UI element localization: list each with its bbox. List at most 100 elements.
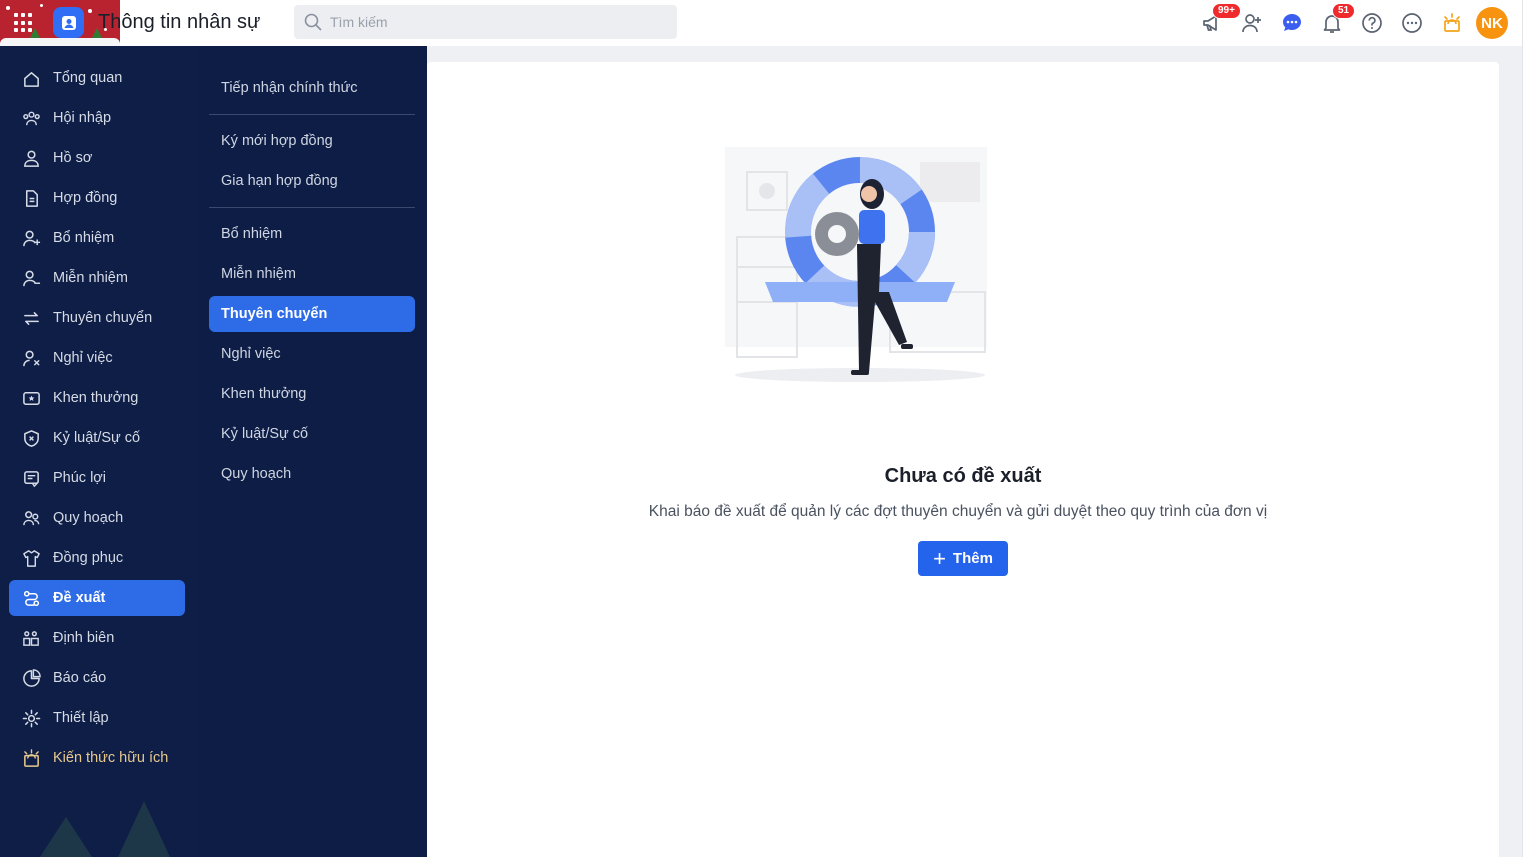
submenu-item[interactable]: Tiếp nhận chính thức xyxy=(209,70,415,106)
sidebar-item-label: Quy hoạch xyxy=(53,510,124,526)
sidebar-item-label: Thuyên chuyển xyxy=(53,310,153,326)
search-input[interactable] xyxy=(330,14,660,30)
submenu-item[interactable]: Ký mới hợp đồng xyxy=(209,123,415,159)
scrollbar[interactable] xyxy=(1522,0,1536,857)
plus-icon: + xyxy=(933,545,946,571)
sidebar-item[interactable]: Khen thưởng xyxy=(9,380,185,416)
sidebar-item-label: Kỷ luật/Sự cố xyxy=(53,430,141,446)
sidebar-item[interactable]: Báo cáo xyxy=(9,660,185,696)
submenu-item[interactable]: Quy hoạch xyxy=(209,456,415,492)
contract-icon xyxy=(25,189,38,207)
sidebar-item[interactable]: Đề xuất xyxy=(9,580,185,616)
dismiss-icon xyxy=(23,270,41,286)
proposal-icon xyxy=(23,590,40,606)
sidebar-item-label: Bổ nhiệm xyxy=(53,230,115,246)
brand-area: Thông tin nhân sự xyxy=(0,0,280,46)
app-logo xyxy=(53,7,84,38)
add-proposal-button[interactable]: + Thêm xyxy=(918,541,1008,576)
onboarding-icon xyxy=(23,111,40,125)
sidebar-item[interactable]: Hội nhập xyxy=(9,100,185,136)
discipline-icon xyxy=(24,429,39,447)
submenu-divider xyxy=(209,207,415,208)
sidebar-item[interactable]: Thiết lập xyxy=(9,700,185,736)
submenu-item[interactable]: Miễn nhiệm xyxy=(209,256,415,292)
more-button[interactable] xyxy=(1392,0,1432,46)
sidebar-item-label: Phúc lợi xyxy=(53,470,107,486)
planning-icon xyxy=(23,510,40,525)
sidebar-item-label: Hồ sơ xyxy=(53,150,93,166)
resign-icon xyxy=(23,350,40,366)
search-icon xyxy=(304,13,322,31)
settings-icon xyxy=(22,709,41,727)
appoint-icon xyxy=(23,230,41,246)
submenu-item[interactable]: Kỷ luật/Sự cố xyxy=(209,416,415,452)
reward-icon xyxy=(23,391,40,405)
more-icon xyxy=(1402,13,1422,33)
knowledge-icon xyxy=(24,748,39,767)
sidebar-item-label: Hợp đồng xyxy=(53,190,118,206)
sidebar-item[interactable]: Hồ sơ xyxy=(9,140,185,176)
home-icon xyxy=(24,71,39,87)
add-button-label: Thêm xyxy=(952,550,993,567)
headcount-icon xyxy=(23,630,39,646)
sidebar-item-label: Miễn nhiệm xyxy=(53,270,128,286)
profile-icon xyxy=(24,150,39,167)
sidebar-item-label: Định biên xyxy=(53,630,115,646)
submenu-item[interactable]: Thuyên chuyển xyxy=(209,296,415,332)
sidebar-item[interactable]: Đồng phục xyxy=(9,540,185,576)
sidebar-item-label: Khen thưởng xyxy=(53,390,139,406)
sidebar-item-label: Thiết lập xyxy=(53,710,109,726)
sidebar-item[interactable]: Định biên xyxy=(9,620,185,656)
notification-button[interactable]: 51 xyxy=(1312,0,1356,46)
submenu-item[interactable]: Nghỉ việc xyxy=(209,336,415,372)
sidebar-item-label: Đề xuất xyxy=(53,590,106,606)
submenu-item[interactable]: Bổ nhiệm xyxy=(209,216,415,252)
sidebar-item[interactable]: Phúc lợi xyxy=(9,460,185,496)
add-user-icon xyxy=(1242,14,1261,33)
sidebar-item[interactable]: Nghỉ việc xyxy=(9,340,185,376)
add-user-button[interactable] xyxy=(1232,0,1272,46)
empty-title: Chưa có đề xuất xyxy=(884,465,1042,487)
sun-icon xyxy=(1444,13,1460,32)
help-button[interactable] xyxy=(1352,0,1392,46)
sidebar-item[interactable]: Tổng quan xyxy=(9,60,185,96)
app-title: Thông tin nhân sự xyxy=(98,11,261,33)
sidebar-item-label: Báo cáo xyxy=(53,670,107,686)
help-icon xyxy=(1362,13,1382,33)
submenu-item[interactable]: Khen thưởng xyxy=(209,376,415,412)
sidebar-item-label: Nghỉ việc xyxy=(53,350,113,366)
sidebar-item-label: Kiến thức hữu ích xyxy=(53,750,169,766)
submenu-item[interactable]: Gia hạn hợp đồng xyxy=(209,163,415,199)
empty-state-illustration xyxy=(725,147,987,382)
sidebar-item-label: Hội nhập xyxy=(53,110,112,126)
submenu-panel: Tiếp nhận chính thức Ký mới hợp đồng Gia h… xyxy=(197,46,427,857)
benefit-icon xyxy=(24,470,39,487)
transfer-icon xyxy=(24,311,39,325)
sidebar-item[interactable]: Thuyên chuyển xyxy=(9,300,185,336)
sidebar-item[interactable]: Quy hoạch xyxy=(9,500,185,536)
chat-icon xyxy=(1283,14,1301,31)
main-content: Chưa có đề xuất Khai báo đề xuất để quản… xyxy=(427,62,1499,857)
sidebar-item[interactable]: Bổ nhiệm xyxy=(9,220,185,256)
sidebar-item-label: Tổng quan xyxy=(53,70,123,86)
chat-button[interactable] xyxy=(1272,0,1312,46)
submenu-list: Tiếp nhận chính thức Ký mới hợp đồng Gia h… xyxy=(197,46,427,492)
uniform-icon xyxy=(23,549,40,567)
sidebar-item[interactable]: Hợp đồng xyxy=(9,180,185,216)
avatar[interactable]: NK xyxy=(1476,7,1508,39)
sidebar-list: Tổng quan Hội nhập Hồ sơ Hợp đồng Bổ nhiệm Mi… xyxy=(0,46,197,776)
report-icon xyxy=(23,668,41,687)
sidebar: Tổng quan Hội nhập Hồ sơ Hợp đồng Bổ nhiệm Mi… xyxy=(0,46,197,857)
empty-description: Khai báo đề xuất để quản lý các đợt thuy… xyxy=(648,503,1268,520)
sun-button[interactable] xyxy=(1432,0,1472,46)
top-bar: Thông tin nhân sự 99+ 51 NK xyxy=(0,0,1522,46)
sidebar-item[interactable]: Miễn nhiệm xyxy=(9,260,185,296)
apps-grid-icon[interactable] xyxy=(14,13,34,33)
search-box[interactable] xyxy=(294,5,677,39)
announcement-button[interactable]: 99+ xyxy=(1192,0,1241,46)
sidebar-item[interactable]: Kỷ luật/Sự cố xyxy=(9,420,185,456)
submenu-divider xyxy=(209,114,415,115)
sidebar-item-label: Đồng phục xyxy=(53,550,124,566)
sidebar-item[interactable]: Kiến thức hữu ích xyxy=(9,740,185,776)
top-icons: 99+ 51 NK xyxy=(1192,0,1508,46)
